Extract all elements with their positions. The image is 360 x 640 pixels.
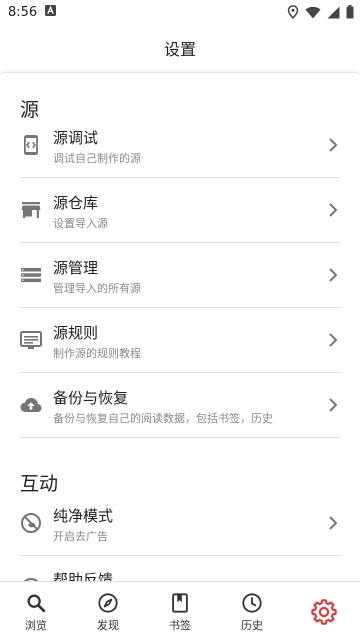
item-subtitle: 备份与恢复自己的阅读数据，包括书签，历史 xyxy=(53,412,273,425)
search-icon xyxy=(25,592,47,614)
code-brackets-icon xyxy=(19,133,43,157)
screen-icon xyxy=(19,328,43,352)
nav-label: 书签 xyxy=(169,619,191,632)
app-bar: 设置 xyxy=(0,24,360,72)
chevron-right-icon xyxy=(328,515,338,531)
compass-icon xyxy=(97,592,119,614)
nav-item-history[interactable]: 历史 xyxy=(216,582,288,640)
chevron-right-icon xyxy=(328,202,338,218)
cloud-upload-icon xyxy=(19,393,43,417)
nav-item-discover[interactable]: 发现 xyxy=(72,582,144,640)
settings-item-source-manage[interactable]: 源管理 管理导入的所有源 xyxy=(0,243,360,307)
clock-icon xyxy=(241,592,263,614)
signal-icon xyxy=(327,6,340,19)
settings-item-source-repo[interactable]: 源仓库 设置导入源 xyxy=(0,178,360,242)
item-title: 源仓库 xyxy=(53,194,99,212)
item-subtitle: 设置导入源 xyxy=(53,217,108,230)
item-subtitle: 制作源的规则教程 xyxy=(53,347,141,360)
item-title: 备份与恢复 xyxy=(53,389,129,407)
item-title: 帮助反馈 xyxy=(53,571,114,581)
nav-item-settings[interactable] xyxy=(288,582,360,640)
item-subtitle: 开启去广告 xyxy=(53,530,108,543)
settings-item-source-debug[interactable]: 源调试 调试自己制作的源 xyxy=(0,113,360,177)
item-title: 源管理 xyxy=(53,259,99,277)
nav-item-bookmarks[interactable]: 书签 xyxy=(144,582,216,640)
eye-slash-icon xyxy=(19,511,43,535)
store-icon xyxy=(19,198,43,222)
item-title: 纯净模式 xyxy=(53,507,114,525)
wifi-icon xyxy=(305,6,321,19)
chevron-right-icon xyxy=(328,332,338,348)
gear-icon xyxy=(311,599,337,625)
location-icon xyxy=(287,5,299,19)
page-title: 设置 xyxy=(163,40,196,59)
nav-label: 历史 xyxy=(241,619,263,632)
settings-item-source-rules[interactable]: 源规则 制作源的规则教程 xyxy=(0,308,360,372)
chevron-right-icon xyxy=(328,397,338,413)
divider xyxy=(20,437,340,438)
bookmark-book-icon xyxy=(169,592,191,614)
settings-item-backup-restore[interactable]: 备份与恢复 备份与恢复自己的阅读数据，包括书签，历史 xyxy=(0,373,360,437)
a-box-icon xyxy=(45,4,57,20)
chevron-right-icon xyxy=(328,137,338,153)
bottom-nav: 浏览 发现 书签 历史 xyxy=(0,581,360,640)
nav-item-browse[interactable]: 浏览 xyxy=(0,582,72,640)
settings-list[interactable]: 源 源调试 调试自己制作的源 源仓库 设置导入源 源管理 管理导入的所有源 源规… xyxy=(0,72,360,581)
nav-label: 发现 xyxy=(97,619,119,632)
item-title: 源规则 xyxy=(53,324,99,342)
item-subtitle: 管理导入的所有源 xyxy=(53,282,141,295)
item-title: 源调试 xyxy=(53,129,99,147)
chevron-right-icon xyxy=(328,267,338,283)
nav-label: 浏览 xyxy=(25,619,47,632)
settings-item-help-feedback[interactable]: 帮助反馈 xyxy=(0,556,360,581)
status-time: 8:56 xyxy=(8,4,38,20)
item-subtitle: 调试自己制作的源 xyxy=(53,152,141,165)
settings-item-pure-mode[interactable]: 纯净模式 开启去广告 xyxy=(0,491,360,555)
status-bar: 8:56 xyxy=(0,0,360,24)
list-rows-icon xyxy=(19,263,43,287)
battery-icon xyxy=(346,5,354,19)
